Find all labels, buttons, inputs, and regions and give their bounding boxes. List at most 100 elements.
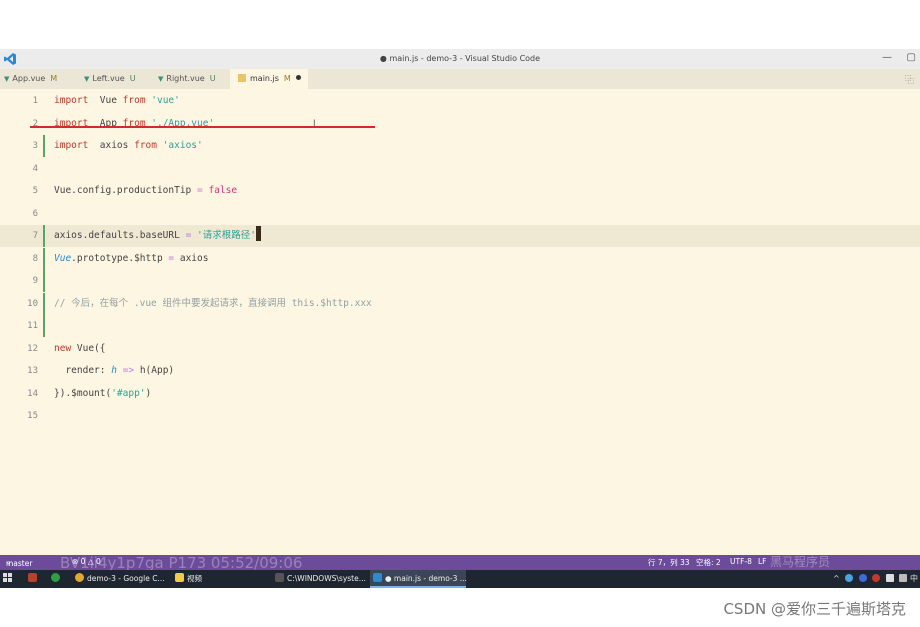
volume-icon[interactable] xyxy=(899,574,908,582)
code-text: import Vue from 'vue' xyxy=(54,90,180,112)
mouse-ibeam-icon: I xyxy=(313,119,316,129)
code-line[interactable]: 14 }).$mount('#app') xyxy=(0,383,920,405)
tray-expand-icon[interactable]: ^ xyxy=(833,574,840,583)
pinned-chrome[interactable] xyxy=(51,570,63,588)
code-line[interactable]: 3 import axios from 'axios' xyxy=(0,135,920,157)
system-tray: ^ 中 xyxy=(833,570,918,588)
code-line[interactable]: 1 import Vue from 'vue' xyxy=(0,90,920,112)
tab-status: U xyxy=(129,74,136,83)
cursor-position[interactable]: 行 7，列 33 xyxy=(648,557,690,568)
code-text: import App from './App.vue' xyxy=(54,113,214,135)
tab-status: U xyxy=(209,74,216,83)
line-number: 7 xyxy=(32,231,38,241)
line-number: 5 xyxy=(32,186,38,196)
code-token: from xyxy=(134,140,157,151)
encoding[interactable]: UTF-8 xyxy=(730,557,752,566)
code-text: import axios from 'axios' xyxy=(54,135,203,157)
line-number: 10 xyxy=(27,298,38,309)
code-line[interactable]: 12 new Vue({ xyxy=(0,338,920,360)
git-change-marker[interactable] xyxy=(43,247,45,270)
code-token: '#app' xyxy=(111,387,146,399)
git-change-marker[interactable] xyxy=(43,135,45,157)
code-line[interactable]: 5 Vue.config.productionTip = false xyxy=(0,180,920,202)
code-line[interactable]: 8 Vue.prototype.$http = axios xyxy=(0,247,920,270)
code-token: 'axios' xyxy=(156,140,203,151)
code-token: axios xyxy=(88,140,135,151)
code-token: axios xyxy=(174,252,209,264)
tab-main-js[interactable]: main.js M xyxy=(230,69,308,89)
code-line[interactable]: 9 xyxy=(0,270,920,292)
code-text: new Vue({ xyxy=(54,338,106,360)
app-icon xyxy=(28,573,37,582)
code-token: Vue xyxy=(88,95,123,106)
windows-taskbar: demo-3 - Google C... 视频 C:\WINDOWS\syste… xyxy=(0,570,920,588)
network-icon[interactable] xyxy=(885,574,894,582)
input-language[interactable]: 中 xyxy=(910,574,918,583)
minimize-button[interactable]: — xyxy=(882,52,892,63)
line-number: 8 xyxy=(32,253,38,264)
code-editor[interactable]: 1 import Vue from 'vue' 2 import App from '… xyxy=(0,89,920,555)
line-number: 6 xyxy=(32,208,38,219)
tab-label: Right.vue xyxy=(166,74,205,83)
code-line[interactable]: 4 xyxy=(0,158,920,180)
tab-status: M xyxy=(50,74,58,83)
line-number: 14 xyxy=(27,388,38,399)
code-text: axios.defaults.baseURL = '请求根路径' xyxy=(54,225,261,247)
taskbar-label: ● main.js - demo-3 ... xyxy=(385,574,467,583)
code-line[interactable]: 2 import App from './App.vue' xyxy=(0,113,920,135)
code-line[interactable]: 13 render: h => h(App) xyxy=(0,360,920,382)
git-change-marker[interactable] xyxy=(43,270,45,292)
tab-label: Left.vue xyxy=(92,74,125,83)
line-number: 15 xyxy=(27,411,38,421)
code-token: import xyxy=(54,95,89,106)
code-text: Vue.prototype.$http = axios xyxy=(54,248,208,270)
code-line[interactable]: 6 xyxy=(0,203,920,225)
tab-label: App.vue xyxy=(12,74,46,83)
taskbar-folder[interactable]: 视频 xyxy=(172,570,262,588)
chrome-icon xyxy=(51,573,60,582)
tab-app-vue[interactable]: ▼ App.vue M xyxy=(0,69,80,89)
pinned-app[interactable] xyxy=(28,570,40,588)
code-token: import xyxy=(54,140,89,151)
tab-status: M xyxy=(283,74,291,83)
line-number: 4 xyxy=(32,163,38,174)
vue-file-icon: ▼ xyxy=(158,75,164,83)
git-change-marker[interactable] xyxy=(43,315,45,337)
taskbar-chrome[interactable]: demo-3 - Google C... xyxy=(72,570,165,588)
restore-button[interactable]: ▢ xyxy=(907,52,916,63)
code-line[interactable]: 10 // 今后，在每个 .vue 组件中要发起请求，直接调用 this.$htt… xyxy=(0,292,920,315)
taskbar-vscode[interactable]: ● main.js - demo-3 ... xyxy=(370,570,467,588)
git-change-marker[interactable] xyxy=(43,292,45,315)
line-number: 13 xyxy=(27,366,38,376)
unsaved-dot-icon[interactable] xyxy=(295,75,301,80)
code-token: new xyxy=(54,342,72,354)
taskbar-label: demo-3 - Google C... xyxy=(87,574,165,583)
window-title: ● main.js - demo-3 - Visual Studio Code xyxy=(379,54,541,63)
code-text: render: h => h(App) xyxy=(54,360,174,382)
line-number: 11 xyxy=(27,321,38,331)
code-line[interactable]: 7 axios.defaults.baseURL = '请求根路径' xyxy=(0,225,920,247)
indentation[interactable]: 空格: 2 xyxy=(696,557,721,568)
code-line[interactable]: 11 xyxy=(0,315,920,337)
tray-app-icon[interactable] xyxy=(858,574,867,582)
terminal-icon xyxy=(275,573,284,582)
chrome-icon xyxy=(75,573,84,582)
tab-label: main.js xyxy=(250,74,279,83)
tab-left-vue[interactable]: ▼ Left.vue U xyxy=(80,69,154,89)
line-number: 1 xyxy=(32,96,38,106)
split-editor-icon[interactable]: ⿻ xyxy=(905,73,914,86)
taskbar-cmd[interactable]: C:\WINDOWS\syste... xyxy=(272,570,366,588)
vscode-icon xyxy=(373,573,382,582)
tray-app-icon[interactable] xyxy=(872,574,881,582)
line-number: 2 xyxy=(32,118,38,129)
end-of-line[interactable]: LF xyxy=(758,557,767,566)
tray-app-icon[interactable] xyxy=(845,574,854,582)
line-number: 12 xyxy=(27,343,38,354)
tab-right-vue[interactable]: ▼ Right.vue U xyxy=(154,69,230,89)
code-text: // 今后，在每个 .vue 组件中要发起请求，直接调用 this.$http.… xyxy=(54,293,372,315)
start-button[interactable] xyxy=(3,570,15,588)
git-change-marker[interactable] xyxy=(43,225,45,247)
line-number: 9 xyxy=(32,276,38,286)
code-text: }).$mount('#app') xyxy=(54,383,151,405)
code-line[interactable]: 15 xyxy=(0,405,920,427)
